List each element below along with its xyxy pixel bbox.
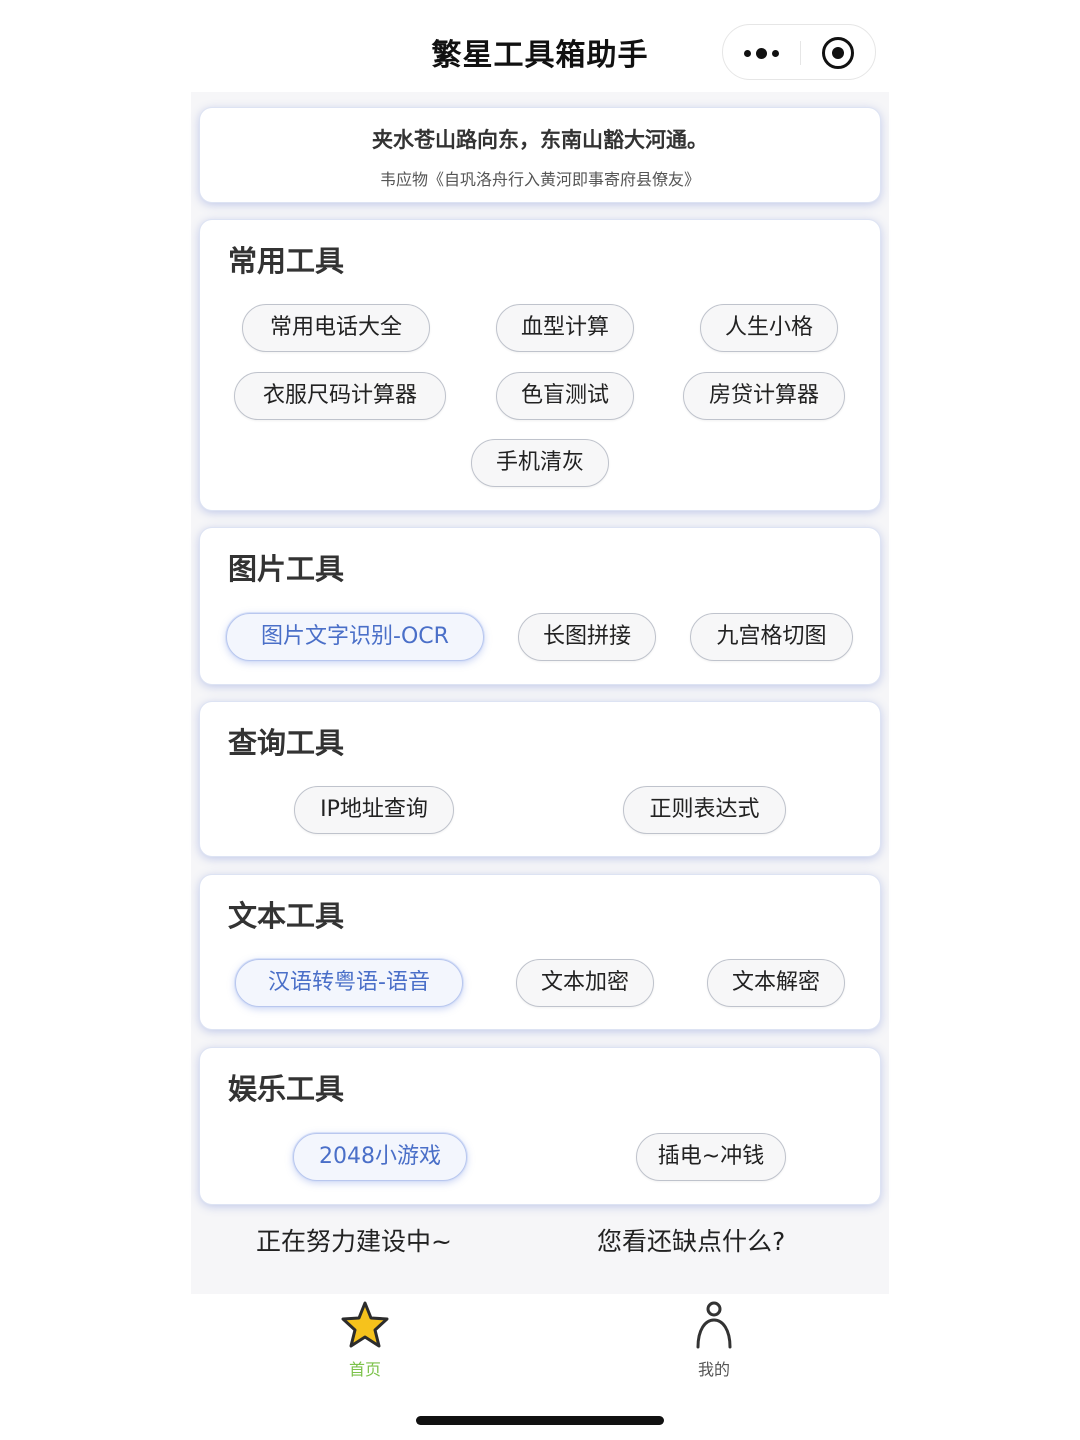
more-dots-icon [756,47,767,59]
tool-mandarin-to-cantonese-button[interactable]: 汉语转粤语-语音 [235,959,463,1007]
main-content: 夹水苍山路向东，东南山豁大河通。 韦应物《自巩洛舟行入黄河即事寄府县僚友》 常用… [191,92,889,1294]
tool-long-image-stitch-button[interactable]: 长图拼接 [518,613,656,661]
more-dots-icon [744,49,751,57]
tool-ocr-button[interactable]: 图片文字识别-OCR [226,613,484,661]
section-common-tools: 常用工具 常用电话大全 血型计算 人生小格 衣服尺码计算器 色盲测试 房贷计算器… [200,220,880,510]
tool-plug-charge-button[interactable]: 插电~冲钱 [636,1133,786,1181]
section-image-tools: 图片工具 图片文字识别-OCR 长图拼接 九宫格切图 [200,528,880,684]
home-indicator [416,1416,664,1425]
section-text-tools: 文本工具 汉语转粤语-语音 文本加密 文本解密 [200,875,880,1029]
person-icon [696,1301,732,1349]
tool-2048-game-button[interactable]: 2048小游戏 [293,1133,467,1181]
tab-home[interactable]: 首页 [305,1300,425,1380]
tab-mine[interactable]: 我的 [654,1300,774,1380]
footer-feedback-link[interactable]: 您看还缺点什么? [597,1222,785,1258]
close-target-icon[interactable] [822,37,854,69]
tool-nine-grid-cut-button[interactable]: 九宫格切图 [690,613,853,661]
mini-program-capsule [722,24,876,80]
tool-phone-dust-clean-button[interactable]: 手机清灰 [471,439,609,487]
section-title: 娱乐工具 [228,1072,345,1106]
section-query-tools: 查询工具 IP地址查询 正则表达式 [200,702,880,856]
page-title: 繁星工具箱助手 [431,38,649,73]
tool-color-blind-test-button[interactable]: 色盲测试 [496,372,634,420]
tool-text-decrypt-button[interactable]: 文本解密 [707,959,845,1007]
tool-text-encrypt-button[interactable]: 文本加密 [516,959,654,1007]
section-title: 查询工具 [228,726,345,760]
footer-building-text: 正在努力建设中~ [256,1227,452,1256]
section-fun-tools: 娱乐工具 2048小游戏 插电~冲钱 [200,1048,880,1204]
quote-text: 夹水苍山路向东，东南山豁大河通。 [372,128,708,152]
tab-home-label: 首页 [348,1360,381,1379]
tool-mortgage-calculator-button[interactable]: 房贷计算器 [683,372,845,420]
capsule-divider [800,41,801,65]
tool-regex-button[interactable]: 正则表达式 [623,786,786,834]
star-icon [341,1301,389,1348]
quote-card: 夹水苍山路向东，东南山豁大河通。 韦应物《自巩洛舟行入黄河即事寄府县僚友》 [200,108,880,202]
quote-source: 韦应物《自巩洛舟行入黄河即事寄府县僚友》 [379,170,700,189]
tab-mine-label: 我的 [697,1360,730,1379]
tool-common-phones-button[interactable]: 常用电话大全 [242,304,430,352]
tool-life-grid-button[interactable]: 人生小格 [700,304,838,352]
section-title: 图片工具 [228,552,345,586]
more-menu-button[interactable] [723,25,800,81]
section-title: 文本工具 [228,899,345,933]
tool-blood-type-button[interactable]: 血型计算 [496,304,634,352]
tool-clothing-size-button[interactable]: 衣服尺码计算器 [234,372,446,420]
tool-ip-lookup-button[interactable]: IP地址查询 [294,786,454,834]
section-title: 常用工具 [228,244,345,278]
more-dots-icon [772,49,779,57]
navigation-bar: 繁星工具箱助手 [0,0,1080,100]
